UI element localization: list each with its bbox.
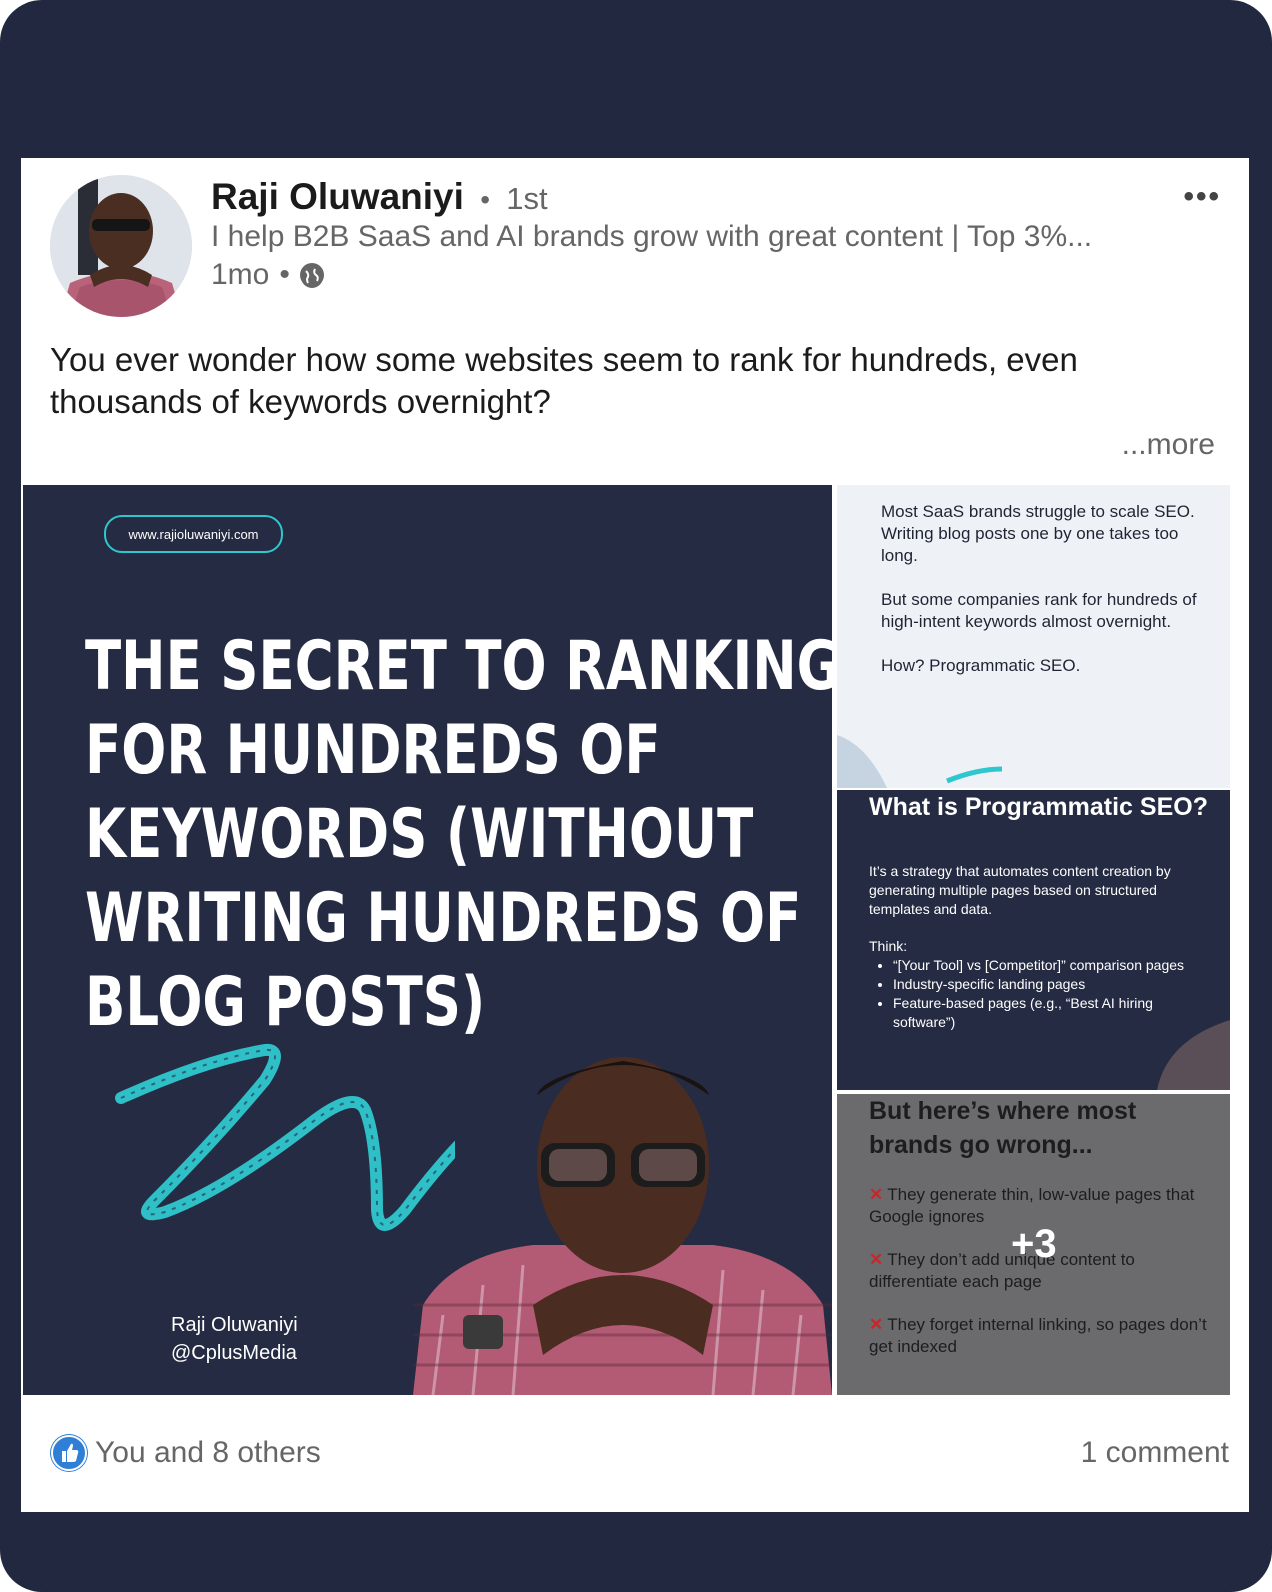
media-thumb-3[interactable]: But here’s where most brands go wrong...… xyxy=(837,1094,1230,1395)
author-name[interactable]: Raji Oluwaniyi xyxy=(211,176,464,217)
thumb2-bullet: “[Your Tool] vs [Competitor]” comparison… xyxy=(893,956,1219,975)
connection-degree: 1st xyxy=(506,181,548,216)
author-avatar[interactable] xyxy=(50,175,192,317)
post-time: 1mo xyxy=(211,258,270,291)
media-thumb-1[interactable]: Most SaaS brands struggle to scale SEO. … xyxy=(837,485,1230,788)
more-options-icon[interactable]: ••• xyxy=(1183,180,1221,214)
slide-author-block: Raji Oluwaniyi @CplusMedia xyxy=(171,1311,298,1367)
reactions-count[interactable]: You and 8 others xyxy=(95,1436,321,1470)
thumb1-decoration xyxy=(837,735,1003,788)
author-name-row: Raji Oluwaniyi • 1st xyxy=(211,176,548,218)
thumb3-title: But here’s where most brands go wrong... xyxy=(869,1097,1137,1159)
media-main-image[interactable]: www.rajioluwaniyi.com THE SECRET TO RANK… xyxy=(23,485,832,1395)
thumb2-decoration xyxy=(1157,1020,1230,1090)
globe-icon xyxy=(299,263,324,288)
slide-title-line: BLOG POSTS) xyxy=(85,963,486,1042)
slide-author-handle: @CplusMedia xyxy=(171,1342,297,1364)
author-headline: I help B2B SaaS and AI brands grow with … xyxy=(211,220,1093,253)
like-icon xyxy=(51,1435,87,1471)
thumb2-think-label: Think: xyxy=(869,938,908,954)
thumb3-item-text: They generate thin, low-value pages that… xyxy=(869,1185,1195,1226)
x-mark-icon: ✕ xyxy=(869,1315,884,1334)
thumb3-item-text: They don’t add unique content to differe… xyxy=(869,1250,1135,1291)
website-url-badge: www.rajioluwaniyi.com xyxy=(104,515,283,553)
slide-title: THE SECRET TO RANKING FOR HUNDREDS OF KE… xyxy=(85,625,832,1045)
thumb2-title: What is Programmatic SEO? xyxy=(869,793,1208,821)
post-card: Raji Oluwaniyi • 1st I help B2B SaaS and… xyxy=(21,158,1249,1512)
comments-count[interactable]: 1 comment xyxy=(1081,1436,1229,1470)
thumb2-description: It’s a strategy that automates content c… xyxy=(869,863,1171,917)
avatar-photo xyxy=(50,175,192,317)
x-mark-icon: ✕ xyxy=(869,1250,884,1269)
slide-author-name: Raji Oluwaniyi xyxy=(171,1314,298,1336)
thumb2-body: It’s a strategy that automates content c… xyxy=(869,862,1219,1032)
separator-dot: • xyxy=(480,184,490,215)
post-footer: You and 8 others 1 comment xyxy=(21,1395,1249,1512)
slide-title-line: KEYWORDS (WITHOUT xyxy=(85,795,754,874)
slide-title-line: WRITING HUNDREDS OF xyxy=(85,879,802,958)
more-images-count[interactable]: +3 xyxy=(1011,1222,1057,1267)
x-mark-icon: ✕ xyxy=(869,1185,884,1204)
media-thumb-2[interactable]: What is Programmatic SEO? It’s a strateg… xyxy=(837,790,1230,1090)
slide-title-line: FOR HUNDREDS OF xyxy=(85,711,661,790)
thumb1-text: Most SaaS brands struggle to scale SEO. … xyxy=(881,501,1211,699)
see-more-link[interactable]: ...more xyxy=(1122,428,1215,462)
thumb3-item-text: They forget internal linking, so pages d… xyxy=(869,1315,1207,1356)
post-meta: 1mo • xyxy=(211,258,324,292)
app-frame: Raji Oluwaniyi • 1st I help B2B SaaS and… xyxy=(0,0,1272,1592)
squiggle-decoration xyxy=(115,1043,455,1231)
separator-dot: • xyxy=(279,258,290,291)
author-photo xyxy=(413,1057,832,1395)
thumb1-paragraph: Most SaaS brands struggle to scale SEO. … xyxy=(881,502,1195,565)
thumb2-bullet: Industry-specific landing pages xyxy=(893,975,1219,994)
thumb1-paragraph: How? Programmatic SEO. xyxy=(881,656,1081,675)
thumb1-paragraph: But some companies rank for hundreds of … xyxy=(881,590,1197,631)
slide-title-line: THE SECRET TO RANKING xyxy=(85,627,832,706)
post-text: You ever wonder how some websites seem t… xyxy=(50,341,1078,420)
thumb3-item: ✕ They forget internal linking, so pages … xyxy=(869,1314,1209,1358)
